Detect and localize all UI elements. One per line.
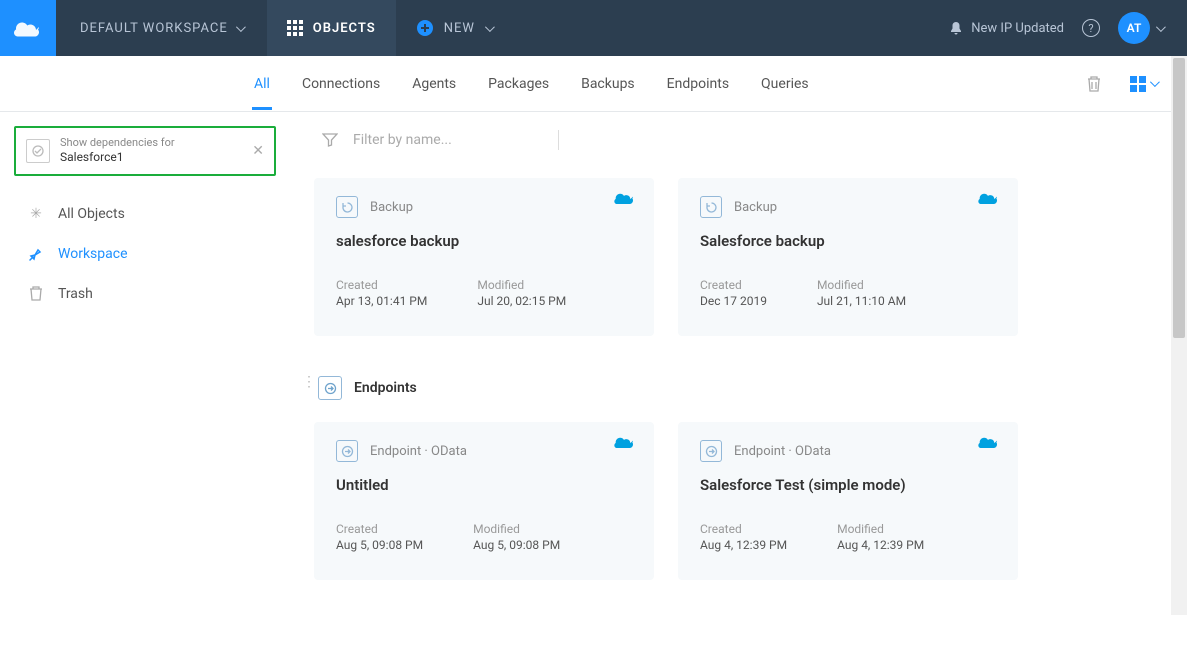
modified-label: Modified [837,522,924,536]
created-value: Apr 13, 01:41 PM [336,294,427,308]
created-value: Aug 4, 12:39 PM [700,538,787,552]
modified-value: Aug 4, 12:39 PM [837,538,924,552]
scrollbar-thumb[interactable] [1173,58,1185,338]
created-label: Created [336,522,423,536]
sidebar: Show dependencies for Salesforce1 ✕ ✳ Al… [0,112,290,650]
backup-icon [336,196,358,218]
object-card[interactable]: Endpoint · OData Salesforce Test (simple… [678,422,1018,580]
tab-packages[interactable]: Packages [486,58,551,110]
card-title: Salesforce Test (simple mode) [700,476,996,494]
sidebar-item-workspace[interactable]: Workspace [14,234,276,274]
created-label: Created [700,278,767,292]
card-type-label: Endpoint · OData [734,444,831,459]
card-title: Salesforce backup [700,232,996,250]
chevron-down-icon [1150,77,1160,87]
nav-objects[interactable]: OBJECTS [267,0,396,56]
salesforce-badge [614,436,636,456]
close-icon[interactable]: ✕ [252,143,264,159]
salesforce-badge [614,192,636,212]
card-type-label: Endpoint · OData [370,444,467,459]
created-label: Created [700,522,787,536]
created-value: Dec 17 2019 [700,294,767,308]
endpoint-icon [318,376,342,400]
tab-connections[interactable]: Connections [300,58,382,110]
tab-endpoints[interactable]: Endpoints [665,58,731,110]
notification-text: New IP Updated [971,21,1064,36]
modified-label: Modified [817,278,906,292]
salesforce-badge [978,192,1000,212]
card-grid-backups: Backup salesforce backup Created Apr 13,… [314,178,1163,336]
trash-icon [28,286,44,302]
cloud-icon [14,18,42,38]
created-label: Created [336,278,427,292]
chevron-down-icon [485,22,495,32]
filter-icon [322,132,338,148]
user-menu[interactable]: AT [1118,12,1163,44]
bell-icon [949,21,963,35]
card-grid-endpoints: Endpoint · OData Untitled Created Aug 5,… [314,422,1163,580]
scrollbar[interactable] [1171,56,1187,615]
tab-agents[interactable]: Agents [410,58,458,110]
object-card[interactable]: Backup salesforce backup Created Apr 13,… [314,178,654,336]
grid-icon [287,20,303,36]
filter-bar [314,126,1163,154]
section-header-endpoints: Endpoints [318,376,1163,400]
tab-backups[interactable]: Backups [579,58,637,110]
nav-objects-label: OBJECTS [313,21,376,36]
endpoint-icon [336,440,358,462]
modified-value: Jul 20, 02:15 PM [477,294,566,308]
salesforce-badge [978,436,1000,456]
dependencies-filter: Show dependencies for Salesforce1 ✕ [14,126,276,176]
tab-all[interactable]: All [252,58,272,110]
sub-nav: All Connections Agents Packages Backups … [0,56,1187,112]
divider [558,130,559,150]
top-bar: DEFAULT WORKSPACE OBJECTS NEW New IP Upd… [0,0,1187,56]
pin-icon [28,246,44,262]
dependency-icon [26,139,50,163]
avatar: AT [1118,12,1150,44]
tab-queries[interactable]: Queries [759,58,811,110]
card-title: salesforce backup [336,232,632,250]
card-type-label: Backup [370,200,413,215]
workspace-selector[interactable]: DEFAULT WORKSPACE [56,0,267,56]
delete-button[interactable] [1086,75,1102,93]
drag-handle-icon[interactable] [302,380,316,385]
card-type-label: Backup [734,200,777,215]
notification-item[interactable]: New IP Updated [949,21,1064,36]
help-icon[interactable]: ? [1082,19,1100,37]
card-title: Untitled [336,476,632,494]
modified-value: Jul 21, 11:10 AM [817,294,906,308]
trash-icon [1086,75,1102,93]
filter-input[interactable] [348,126,548,154]
sidebar-item-label: Trash [58,286,93,302]
section-title: Endpoints [354,380,417,396]
sidebar-item-label: All Objects [58,206,125,222]
dependencies-label: Show dependencies for [60,136,242,150]
dependencies-value: Salesforce1 [60,150,242,166]
main-content: Backup salesforce backup Created Apr 13,… [290,112,1187,650]
endpoint-icon [700,440,722,462]
modified-value: Aug 5, 09:08 PM [473,538,560,552]
sidebar-item-trash[interactable]: Trash [14,274,276,314]
created-value: Aug 5, 09:08 PM [336,538,423,552]
workspace-label: DEFAULT WORKSPACE [80,21,228,36]
grid-view-icon [1130,76,1146,92]
asterisk-icon: ✳ [28,206,44,222]
nav-new[interactable]: NEW [396,0,512,56]
object-card[interactable]: Endpoint · OData Untitled Created Aug 5,… [314,422,654,580]
backup-icon [700,196,722,218]
modified-label: Modified [473,522,560,536]
chevron-down-icon [1156,22,1166,32]
sidebar-item-all-objects[interactable]: ✳ All Objects [14,194,276,234]
object-card[interactable]: Backup Salesforce backup Created Dec 17 … [678,178,1018,336]
view-options-button[interactable] [1130,76,1157,92]
modified-label: Modified [477,278,566,292]
logo[interactable] [0,0,56,56]
plus-circle-icon [416,19,434,37]
sidebar-item-label: Workspace [58,246,128,262]
chevron-down-icon [236,22,246,32]
nav-new-label: NEW [444,21,475,36]
